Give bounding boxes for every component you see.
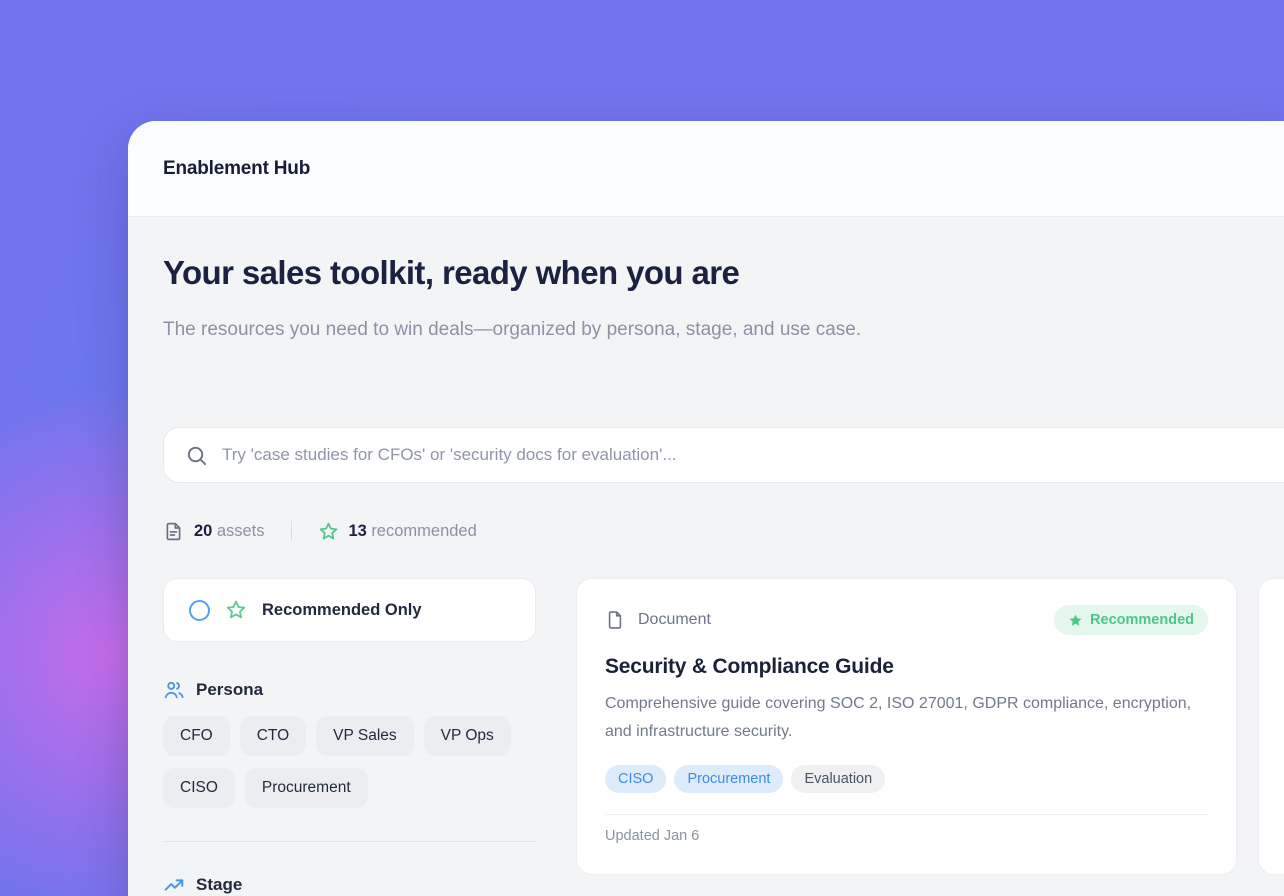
recommended-only-label: Recommended Only <box>262 601 422 620</box>
search-bar[interactable] <box>163 427 1284 483</box>
star-icon <box>225 599 247 621</box>
card-tag-list: CISO Procurement Evaluation <box>605 765 1208 793</box>
asset-card-partial[interactable] <box>1258 578 1284 875</box>
recommended-badge: Recommended <box>1054 605 1208 635</box>
persona-chip[interactable]: Procurement <box>245 768 368 808</box>
recommended-label: recommended <box>371 522 476 540</box>
recommended-count: 13 <box>349 522 367 540</box>
asset-card[interactable]: Document Recommended Security & Complian… <box>576 578 1237 875</box>
card-tag: CISO <box>605 765 666 793</box>
persona-chip[interactable]: CFO <box>163 716 230 756</box>
document-icon <box>605 608 625 632</box>
app-window: Enablement Hub Your sales toolkit, ready… <box>128 121 1284 896</box>
search-input[interactable] <box>222 445 1284 465</box>
card-description: Comprehensive guide covering SOC 2, ISO … <box>605 690 1195 746</box>
stats-divider <box>291 521 292 541</box>
persona-chip[interactable]: CISO <box>163 768 235 808</box>
radio-circle-icon[interactable] <box>189 600 210 621</box>
window-header: Enablement Hub <box>128 121 1284 217</box>
card-tag: Evaluation <box>791 765 885 793</box>
persona-chip-list: CFOCTOVP Sales VP Ops CISOProcurement <box>163 716 536 808</box>
card-type-row: Document Recommended <box>605 605 1208 635</box>
assets-label: assets <box>217 522 265 540</box>
page-title: Your sales toolkit, ready when you are <box>163 254 739 292</box>
filter-sidebar: Recommended Only Persona CFOCTOVP Sales V… <box>163 578 536 896</box>
card-type-label: Document <box>638 611 711 629</box>
assets-count: 20 <box>194 522 212 540</box>
page-subtitle: The resources you need to win deals—orga… <box>163 311 978 349</box>
persona-section-header: Persona <box>163 679 536 701</box>
persona-chip[interactable]: VP Sales <box>316 716 413 756</box>
file-text-icon <box>163 521 184 542</box>
recommended-badge-label: Recommended <box>1090 612 1194 628</box>
sidebar-divider <box>163 841 536 842</box>
stage-section-title: Stage <box>196 875 242 895</box>
recommended-only-toggle[interactable]: Recommended Only <box>163 578 536 642</box>
users-icon <box>163 679 185 701</box>
persona-chip[interactable]: CTO <box>240 716 306 756</box>
card-updated: Updated Jan 6 <box>605 828 1208 844</box>
search-icon <box>185 444 208 467</box>
app-title: Enablement Hub <box>163 158 310 180</box>
persona-section-title: Persona <box>196 680 263 700</box>
star-filled-icon <box>1068 613 1083 628</box>
trending-up-icon <box>163 874 185 896</box>
stats-row: 20 assets 13 recommended <box>163 516 477 546</box>
persona-chip[interactable]: VP Ops <box>424 716 511 756</box>
stage-section-header: Stage <box>163 874 536 896</box>
star-icon <box>318 521 339 542</box>
card-title: Security & Compliance Guide <box>605 655 1208 679</box>
card-divider <box>605 814 1208 815</box>
card-tag: Procurement <box>674 765 783 793</box>
